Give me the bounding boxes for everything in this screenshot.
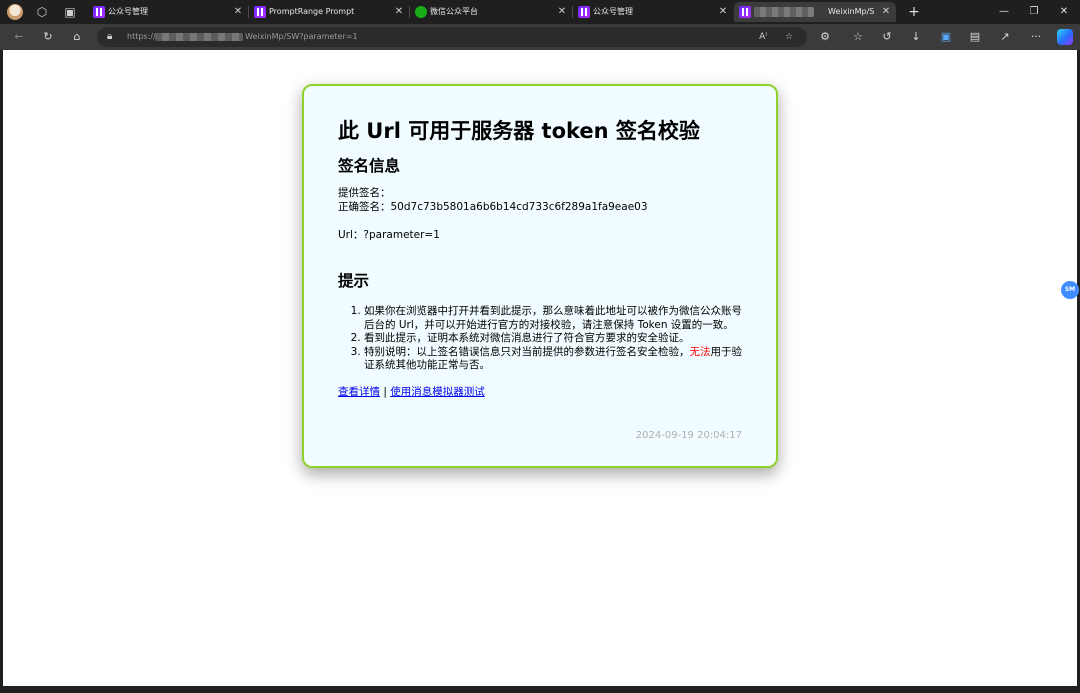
redacted-host — [155, 33, 243, 41]
more-menu-icon[interactable]: ··· — [1027, 28, 1045, 46]
profile-avatar[interactable] — [7, 4, 23, 20]
refresh-button[interactable]: ↻ — [39, 28, 57, 46]
wechat-icon — [415, 6, 427, 18]
tab-1[interactable]: 公众号管理 ✕ — [88, 2, 249, 22]
favorites-icon[interactable]: ☆ — [849, 28, 867, 46]
tab-4[interactable]: 公众号管理 ✕ — [573, 2, 733, 22]
tab-title: 公众号管理 — [593, 7, 633, 16]
correct-sign-label: 正确签名： — [338, 200, 391, 213]
url-path: WeixinMp/SW?parameter=1 — [245, 32, 358, 41]
tab-2[interactable]: PromptRange Prompt ✕ — [249, 2, 410, 22]
extensions-icon[interactable]: ⚙ — [816, 28, 834, 46]
close-icon[interactable]: ✕ — [232, 2, 244, 22]
close-icon[interactable]: ✕ — [556, 2, 568, 22]
sign-info: 提供签名： 正确签名：50d7c73b5801a6b6b14cd733c6f28… — [338, 187, 742, 214]
validation-card: 此 Url 可用于服务器 token 签名校验 签名信息 提供签名： 正确签名：… — [302, 84, 778, 468]
tab-actions-icon[interactable]: ▣ — [62, 4, 78, 20]
url-line: Url：?parameter=1 — [338, 228, 742, 242]
history-icon[interactable]: ↺ — [878, 28, 896, 46]
tab-5-active[interactable]: WeixinMp/S\ ✕ — [734, 2, 896, 22]
address-bar[interactable]: 🔒︎ https:// WeixinMp/SW?parameter=1 Aˡ ☆ — [97, 27, 807, 47]
tab-title: PromptRange Prompt — [269, 7, 355, 16]
restore-button[interactable]: ❐ — [1022, 2, 1046, 22]
view-details-link[interactable]: 查看详情 — [338, 386, 380, 398]
split-screen-icon[interactable]: ▤ — [966, 28, 984, 46]
close-icon[interactable]: ✕ — [717, 2, 729, 22]
provided-sign-label: 提供签名： — [338, 187, 391, 199]
tab-title: 微信公众平台 — [430, 7, 478, 16]
close-window-button[interactable]: ✕ — [1052, 2, 1076, 22]
back-button[interactable]: ← — [10, 28, 28, 46]
tab-strip: ⬡ ▣ 公众号管理 ✕ PromptRange Prompt ✕ 微信公众平台 … — [0, 0, 1080, 24]
promptrange-icon — [93, 6, 105, 18]
list-item: 如果你在浏览器中打开并看到此提示，那么意味着此地址可以被作为微信公众账号后台的 … — [364, 305, 742, 332]
url-prefix: https:// — [127, 32, 156, 41]
correct-sign-value: 50d7c73b5801a6b6b14cd733c6f289a1fa9eae03 — [390, 200, 648, 213]
new-tab-button[interactable]: + — [904, 2, 924, 22]
tab-title: WeixinMp/S\ — [828, 7, 874, 16]
minimize-button[interactable]: — — [992, 2, 1016, 22]
tips-list: 如果你在浏览器中打开并看到此提示，那么意味着此地址可以被作为微信公众账号后台的 … — [338, 305, 742, 373]
copilot-icon[interactable] — [1057, 29, 1073, 45]
close-icon[interactable]: ✕ — [393, 2, 405, 22]
close-icon[interactable]: ✕ — [880, 2, 892, 22]
list-item: 特别说明：以上签名错误信息只对当前提供的参数进行签名安全检验，无法用于验证系统其… — [364, 346, 742, 373]
workspaces-icon[interactable]: ⬡ — [34, 4, 50, 20]
redacted-text — [754, 7, 814, 17]
url-value: ?parameter=1 — [363, 229, 440, 241]
promptrange-icon — [254, 6, 266, 18]
download-icon[interactable]: ↓ — [907, 28, 925, 46]
list-item: 看到此提示，证明本系统对微信消息进行了符合官方要求的安全验证。 — [364, 332, 742, 346]
web-page: 此 Url 可用于服务器 token 签名校验 签名信息 提供签名： 正确签名：… — [3, 50, 1079, 686]
favorite-star-icon[interactable]: ☆ — [781, 29, 797, 45]
tips-section-title: 提示 — [338, 272, 370, 290]
tab-title: 公众号管理 — [108, 7, 148, 16]
link-separator: | — [383, 385, 387, 398]
warning-text: 无法 — [689, 345, 711, 358]
lock-icon[interactable]: 🔒︎ — [107, 29, 112, 45]
read-aloud-icon[interactable]: Aˡ — [755, 29, 771, 45]
promptrange-icon — [739, 6, 751, 18]
page-title: 此 Url 可用于服务器 token 签名校验 — [338, 119, 700, 143]
collections-icon[interactable]: ▣ — [937, 28, 955, 46]
sidebar-assistant-badge[interactable]: SM — [1061, 281, 1079, 299]
sign-section-title: 签名信息 — [338, 157, 401, 175]
browser-toolbar: ← ↻ ⌂ 🔒︎ https:// WeixinMp/SW?parameter=… — [0, 24, 1080, 50]
home-button[interactable]: ⌂ — [68, 28, 86, 46]
timestamp: 2024-09-19 20:04:17 — [635, 430, 742, 441]
links-row: 查看详情 | 使用消息模拟器测试 — [338, 385, 742, 399]
provided-sign-line: 提供签名： — [338, 187, 742, 201]
browser-window: ⬡ ▣ 公众号管理 ✕ PromptRange Prompt ✕ 微信公众平台 … — [0, 0, 1080, 693]
window-bottom-edge — [0, 686, 1080, 693]
simulator-test-link[interactable]: 使用消息模拟器测试 — [390, 386, 485, 398]
url-label: Url： — [338, 229, 364, 241]
promptrange-icon — [578, 6, 590, 18]
share-icon[interactable]: ↗ — [996, 28, 1014, 46]
tab-3[interactable]: 微信公众平台 ✕ — [410, 2, 573, 22]
correct-sign-line: 正确签名：50d7c73b5801a6b6b14cd733c6f289a1fa9… — [338, 201, 742, 215]
